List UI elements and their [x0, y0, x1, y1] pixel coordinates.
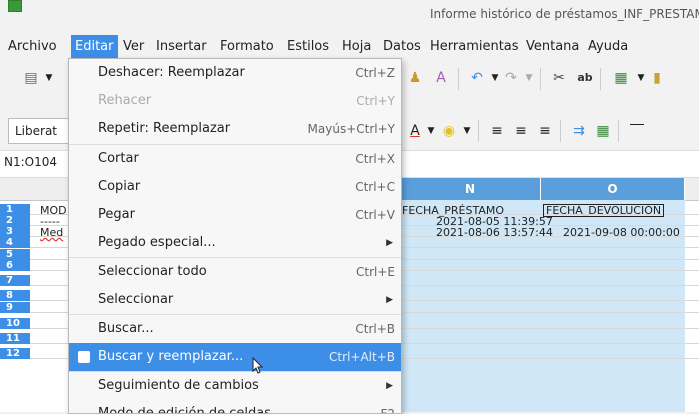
column-header-n[interactable]: N: [400, 178, 541, 200]
menu-item-shortcut: Ctrl+C: [355, 180, 395, 194]
menu-item-label: Seleccionar todo: [98, 264, 207, 279]
find-replace-icon: [78, 351, 90, 363]
toolbar-separator: [600, 68, 601, 90]
row-header[interactable]: 12: [0, 348, 30, 359]
edit-menu-dropdown: Deshacer: Reemplazar Ctrl+Z Rehacer Ctrl…: [68, 58, 402, 414]
submenu-arrow-icon: ▶: [386, 381, 393, 391]
menu-item-shortcut: Ctrl+X: [355, 152, 395, 166]
menu-formato[interactable]: Formato: [216, 35, 278, 59]
cell-left[interactable]: Med: [40, 227, 63, 238]
row-header[interactable]: 6: [0, 260, 30, 271]
spelling-icon[interactable]: ab: [574, 67, 596, 89]
title-bar: Informe histórico de préstamos_INF_PREST…: [0, 0, 699, 28]
menu-item-select[interactable]: Seleccionar ▶: [69, 286, 401, 314]
wrap-text-icon[interactable]: ⇉: [568, 120, 590, 142]
menu-item-paste-special[interactable]: Pegado especial... ▶: [69, 229, 401, 257]
name-box[interactable]: N1:O104: [4, 155, 57, 169]
menu-ventana[interactable]: Ventana: [522, 35, 583, 59]
menu-item-label: Pegar: [98, 207, 135, 222]
menu-bar: Archivo Editar Ver Insertar Formato Esti…: [0, 35, 699, 59]
menu-item-repeat[interactable]: Repetir: Reemplazar Mayús+Ctrl+Y: [69, 115, 401, 143]
cell-o1-header[interactable]: FECHA_DEVOLUCIÓN: [543, 204, 665, 217]
row-header[interactable]: 8: [0, 290, 30, 301]
menu-item-find-replace[interactable]: Buscar y reemplazar... Ctrl+Alt+B: [69, 343, 401, 371]
row-header[interactable]: 3: [0, 226, 30, 237]
row-icon[interactable]: ▦: [610, 67, 632, 89]
menu-item-track-changes[interactable]: Seguimiento de cambios ▶: [69, 372, 401, 400]
menu-item-shortcut: Ctrl+Alt+B: [329, 350, 395, 364]
row-header[interactable]: 7: [0, 275, 30, 286]
menu-archivo[interactable]: Archivo: [4, 35, 61, 59]
menu-item-label: Cortar: [98, 151, 139, 166]
toolbar-separator: [478, 120, 479, 142]
menu-item-shortcut: Mayús+Ctrl+Y: [307, 122, 395, 136]
menu-item-label: Buscar y reemplazar...: [98, 349, 244, 364]
menu-insertar[interactable]: Insertar: [152, 35, 211, 59]
menu-herramientas[interactable]: Herramientas: [426, 35, 523, 59]
menu-item-paste[interactable]: Pegar Ctrl+V: [69, 201, 401, 229]
menu-item-copy[interactable]: Copiar Ctrl+C: [69, 173, 401, 201]
merge-cells-icon[interactable]: ▦: [592, 120, 614, 142]
font-name-box[interactable]: Liberat: [8, 118, 74, 144]
menu-item-label: Rehacer: [98, 93, 152, 108]
toolbar-separator: [540, 68, 541, 90]
align-left-icon[interactable]: ≡: [486, 120, 508, 142]
mouse-pointer-icon: [252, 357, 264, 374]
find-replace-icon[interactable]: ✂: [548, 67, 570, 89]
menu-item-label: Repetir: Reemplazar: [98, 121, 231, 136]
align-center-icon[interactable]: ≡: [510, 120, 532, 142]
calc-app-icon: [8, 0, 22, 12]
column-icon[interactable]: ▮: [646, 67, 668, 89]
clear-formatting-icon[interactable]: A: [430, 67, 452, 89]
menu-item-label: Copiar: [98, 179, 141, 194]
menu-item-find[interactable]: Buscar... Ctrl+B: [69, 315, 401, 343]
clone-formatting-icon[interactable]: ♟: [404, 67, 426, 89]
menu-item-shortcut: Ctrl+Z: [355, 66, 395, 80]
menu-item-label: Seguimiento de cambios: [98, 378, 259, 393]
menu-item-label: Seleccionar: [98, 292, 174, 307]
menu-item-cut[interactable]: Cortar Ctrl+X: [69, 145, 401, 173]
toolbar-separator: [560, 120, 561, 142]
menu-ayuda[interactable]: Ayuda: [584, 35, 632, 59]
menu-item-redo[interactable]: Rehacer Ctrl+Y: [69, 87, 401, 115]
window-title: Informe histórico de préstamos_INF_PREST…: [430, 7, 699, 21]
menu-item-label: Buscar...: [98, 321, 154, 336]
menu-item-select-all[interactable]: Seleccionar todo Ctrl+E: [69, 258, 401, 286]
row-header[interactable]: 4: [0, 237, 30, 248]
submenu-arrow-icon: ▶: [386, 295, 393, 305]
menu-item-shortcut: Ctrl+V: [355, 208, 395, 222]
menu-hoja[interactable]: Hoja: [338, 35, 375, 59]
toolbar-separator: [458, 68, 459, 90]
menu-datos[interactable]: Datos: [379, 35, 425, 59]
column-header-o[interactable]: O: [541, 178, 685, 200]
submenu-arrow-icon: ▶: [386, 238, 393, 248]
align-right-icon[interactable]: ≡: [534, 120, 556, 142]
highlight-dropdown-icon[interactable]: ▼: [456, 120, 478, 142]
menu-item-shortcut: Ctrl+Y: [356, 94, 395, 108]
menu-item-label: Deshacer: Reemplazar: [98, 65, 245, 80]
menu-editar[interactable]: Editar: [71, 35, 118, 59]
row-header[interactable]: 11: [0, 333, 30, 344]
row-header[interactable]: 9: [0, 302, 30, 313]
align-top-icon[interactable]: ⎺: [626, 120, 648, 142]
menu-item-undo[interactable]: Deshacer: Reemplazar Ctrl+Z: [69, 59, 401, 87]
menu-item-shortcut: Ctrl+B: [355, 322, 395, 336]
redo-dropdown-icon[interactable]: ▼: [518, 67, 540, 89]
cell-n3[interactable]: 2021-08-06 13:57:44: [436, 227, 553, 238]
cell-o3[interactable]: 2021-09-08 00:00:00: [563, 227, 680, 238]
menu-ver[interactable]: Ver: [119, 35, 148, 59]
row-header[interactable]: 10: [0, 318, 30, 329]
row-header[interactable]: 2: [0, 215, 30, 226]
menu-item-shortcut: Ctrl+E: [356, 265, 395, 279]
row-header[interactable]: 1: [0, 204, 30, 215]
row-header[interactable]: 5: [0, 249, 30, 260]
menu-estilos[interactable]: Estilos: [283, 35, 333, 59]
toolbar-separator: [618, 120, 619, 142]
menu-item-label: Pegado especial...: [98, 235, 216, 250]
new-dropdown-icon[interactable]: ▼: [38, 67, 60, 89]
